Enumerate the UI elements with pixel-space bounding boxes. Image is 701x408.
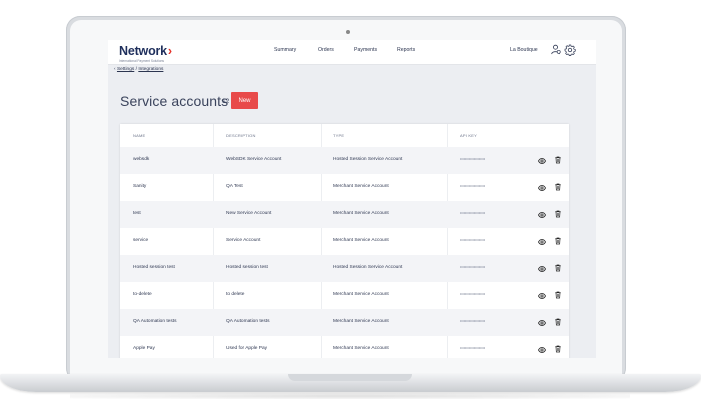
page-title: Service accounts xyxy=(120,93,229,109)
row-name: Apple Pay xyxy=(133,346,155,351)
user-icon[interactable] xyxy=(550,44,561,55)
row-type: Merchant Service Account xyxy=(333,211,389,216)
breadcrumb: ‹ Settings / Integrations xyxy=(114,67,163,72)
eye-icon[interactable] xyxy=(538,319,546,327)
eye-icon[interactable] xyxy=(538,238,546,246)
gear-icon[interactable] xyxy=(564,44,576,56)
row-type: Merchant Service Account xyxy=(333,238,389,243)
eye-icon[interactable] xyxy=(538,265,546,273)
row-type: Hosted Session Service Account xyxy=(333,157,403,162)
header-type[interactable]: TYPE xyxy=(333,133,344,138)
eye-icon[interactable] xyxy=(538,157,546,165)
back-arrow-icon[interactable]: ‹ xyxy=(114,67,116,72)
row-type: Merchant Service Account xyxy=(333,184,389,189)
row-api-key: •••••••••••••••••••• xyxy=(460,319,486,323)
row-description: QA Test xyxy=(226,184,243,189)
brand-name: Network xyxy=(119,44,167,58)
nav-summary[interactable]: Summary xyxy=(274,47,296,53)
nav-payments[interactable]: Payments xyxy=(354,47,377,53)
row-type: Merchant Service Account xyxy=(333,346,389,351)
row-name: websdk xyxy=(133,157,150,162)
row-description: WebSDK Service Account xyxy=(226,157,282,162)
header-description[interactable]: DESCRIPTION xyxy=(226,133,256,138)
eye-icon[interactable] xyxy=(538,211,546,219)
nav-reports[interactable]: Reports xyxy=(397,47,415,53)
table-header: NAME DESCRIPTION TYPE API KEY xyxy=(120,124,569,148)
table-row[interactable]: Hosted session test Hosted session test … xyxy=(120,255,569,282)
eye-icon[interactable] xyxy=(538,346,546,354)
row-description: QA Automation tests xyxy=(226,319,270,324)
table-row[interactable]: Apple Pay Used for Apple Pay Merchant Se… xyxy=(120,336,569,358)
row-name: to-delete xyxy=(133,292,152,297)
trash-icon[interactable] xyxy=(554,183,562,191)
row-name: test xyxy=(133,211,141,216)
nav-orders[interactable]: Orders xyxy=(318,47,334,53)
row-description: to delete xyxy=(226,292,245,297)
row-api-key: •••••••••••••••••••• xyxy=(460,157,486,161)
row-description: Used for Apple Pay xyxy=(226,346,268,351)
trash-icon[interactable] xyxy=(554,318,562,326)
table-row[interactable]: service Service Account Merchant Service… xyxy=(120,228,569,255)
table-row[interactable]: Sanity QA Test Merchant Service Account … xyxy=(120,174,569,201)
merchant-name[interactable]: La Boutique xyxy=(510,47,538,53)
camera xyxy=(346,30,350,34)
row-name: QA Automation tests xyxy=(133,319,177,324)
trash-icon[interactable] xyxy=(554,156,562,164)
trash-icon[interactable] xyxy=(554,291,562,299)
row-description: Hosted session test xyxy=(226,265,268,270)
app-screen: Network› International Payment Solutions… xyxy=(108,40,596,358)
row-description: Service Account xyxy=(226,238,261,243)
row-name: Hosted session test xyxy=(133,265,175,270)
breadcrumb-integrations[interactable]: Integrations xyxy=(138,67,163,72)
table-row[interactable]: test New Service Account Merchant Servic… xyxy=(120,201,569,228)
breadcrumb-separator: / xyxy=(135,67,137,72)
table-row[interactable]: websdk WebSDK Service Account Hosted Ses… xyxy=(120,147,569,174)
table-row[interactable]: to-delete to delete Merchant Service Acc… xyxy=(120,282,569,309)
row-type: Hosted Session Service Account xyxy=(333,265,403,270)
trash-icon[interactable] xyxy=(554,345,562,353)
row-api-key: •••••••••••••••••••• xyxy=(460,184,486,188)
row-api-key: •••••••••••••••••••• xyxy=(460,238,486,242)
table-row[interactable]: QA Automation tests QA Automation tests … xyxy=(120,309,569,336)
laptop-shadow xyxy=(70,393,630,399)
trash-icon[interactable] xyxy=(554,210,562,218)
row-type: Merchant Service Account xyxy=(333,319,389,324)
header-api-key[interactable]: API KEY xyxy=(460,133,477,138)
laptop-notch xyxy=(288,374,412,381)
brand-chevron-icon: › xyxy=(167,44,173,58)
breadcrumb-settings[interactable]: Settings xyxy=(117,67,134,72)
service-accounts-table: NAME DESCRIPTION TYPE API KEY websdk Web… xyxy=(120,124,569,358)
row-type: Merchant Service Account xyxy=(333,292,389,297)
header-name[interactable]: NAME xyxy=(133,133,145,138)
row-name: Sanity xyxy=(133,184,147,189)
row-api-key: •••••••••••••••••••• xyxy=(460,346,486,350)
row-api-key: •••••••••••••••••••• xyxy=(460,211,486,215)
trash-icon[interactable] xyxy=(554,237,562,245)
trash-icon[interactable] xyxy=(554,264,562,272)
eye-icon[interactable] xyxy=(538,292,546,300)
eye-icon[interactable] xyxy=(538,184,546,192)
brand-logo[interactable]: Network› International Payment Solutions xyxy=(119,42,172,63)
top-bar: Network› International Payment Solutions… xyxy=(108,40,596,65)
row-api-key: •••••••••••••••••••• xyxy=(460,265,486,269)
new-account-button[interactable]: New xyxy=(231,92,258,109)
row-name: service xyxy=(133,238,149,243)
account-count: 12 xyxy=(222,98,230,105)
row-description: New Service Account xyxy=(226,211,272,216)
row-api-key: •••••••••••••••••••• xyxy=(460,292,486,296)
